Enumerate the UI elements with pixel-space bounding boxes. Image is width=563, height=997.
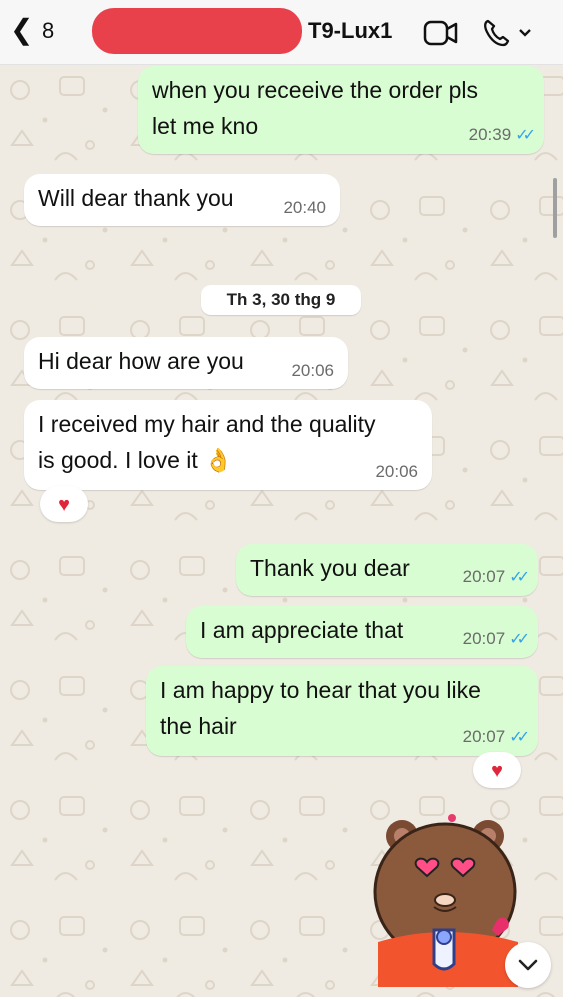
message-bubble-outgoing[interactable]: I am appreciate that 20:07 ✓✓ — [186, 606, 538, 658]
message-time: 20:07 ✓✓ — [462, 629, 530, 648]
message-time: 20:39 ✓✓ — [468, 125, 536, 144]
bear-heart-eyes-sticker[interactable] — [368, 812, 528, 987]
message-bubble-incoming[interactable]: I received my hair and the quality is go… — [24, 400, 432, 490]
message-bubble-outgoing[interactable]: Thank you dear 20:07 ✓✓ — [236, 544, 538, 596]
date-separator: Th 3, 30 thg 9 — [201, 285, 361, 315]
message-text: Hi dear how are you — [38, 348, 244, 374]
contact-name[interactable]: T9-Lux1 — [308, 18, 392, 44]
read-ticks-icon: ✓✓ — [509, 729, 530, 746]
scrollbar[interactable] — [553, 178, 557, 238]
read-ticks-icon: ✓✓ — [509, 569, 530, 586]
message-time: 20:40 — [283, 198, 326, 217]
scroll-down-button[interactable] — [505, 942, 551, 988]
message-time: 20:07 ✓✓ — [462, 727, 530, 746]
read-ticks-icon: ✓✓ — [515, 127, 536, 144]
message-text: is good. I love it 👌 — [38, 447, 233, 473]
message-text: I received my hair and the quality — [38, 411, 376, 437]
message-text: when you receeive the order pls — [152, 77, 479, 103]
redacted-name — [92, 8, 302, 54]
video-camera-icon[interactable] — [423, 20, 459, 46]
back-unread-count[interactable]: 8 — [42, 18, 54, 44]
message-text: I am happy to hear that you like — [160, 677, 481, 703]
message-bubble-incoming[interactable]: Hi dear how are you 20:06 — [24, 337, 348, 389]
message-time: 20:06 — [291, 361, 334, 380]
message-time: 20:07 ✓✓ — [462, 567, 530, 586]
message-bubble-incoming[interactable]: Will dear thank you 20:40 — [24, 174, 340, 226]
message-time: 20:06 — [375, 462, 418, 481]
heart-reaction-icon[interactable]: ♥ — [40, 486, 88, 522]
message-bubble-outgoing[interactable]: I am happy to hear that you like the hai… — [146, 666, 538, 756]
heart-reaction-icon[interactable]: ♥ — [473, 752, 521, 788]
phone-icon[interactable] — [482, 18, 538, 48]
chevron-left-icon[interactable]: ❮ — [10, 14, 33, 46]
read-ticks-icon: ✓✓ — [509, 631, 530, 648]
chat-header: ❮ 8 T9-Lux1 — [0, 0, 563, 65]
chevron-down-icon — [518, 959, 538, 971]
ok-hand-emoji: 👌 — [204, 447, 233, 473]
message-bubble-outgoing[interactable]: when you receeive the order pls let me k… — [138, 66, 544, 154]
